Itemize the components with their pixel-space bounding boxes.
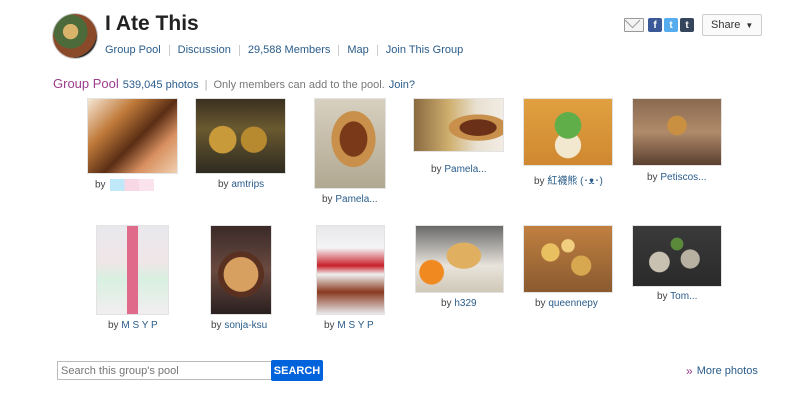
photo-thumbnail[interactable] [416, 226, 503, 292]
photo-caption: by 紅襪熊 (･ᴥ･) [534, 176, 603, 187]
photo-thumbnail[interactable] [524, 99, 612, 165]
facebook-icon[interactable]: f [648, 18, 662, 32]
photo-caption: by amtrips [218, 179, 265, 190]
photo-caption: by Tom... [657, 291, 698, 302]
photo-thumbnail[interactable] [88, 99, 177, 173]
photo-caption: by M S Y P [324, 320, 374, 331]
nav-join-group[interactable]: Join This Group [386, 44, 463, 56]
photo-author-link[interactable]: Pamela... [335, 194, 377, 205]
more-photos: » More photos [686, 364, 758, 378]
pool-notice: Only members can add to the pool. [213, 79, 385, 91]
share-bar: f t t Share ▼ [624, 14, 763, 36]
photo-caption: by Pamela... [322, 194, 378, 205]
photo-thumbnail[interactable] [633, 226, 721, 286]
photo-author-link[interactable]: M S Y P [337, 320, 373, 331]
photo-caption: by [95, 179, 154, 191]
group-title: I Ate This [105, 12, 199, 35]
nav-discussion[interactable]: Discussion [178, 44, 231, 56]
photo-thumbnail[interactable] [211, 226, 271, 314]
nav-members[interactable]: 29,588 Members [248, 44, 331, 56]
nav-divider [376, 44, 378, 56]
photo-caption: by h329 [441, 298, 477, 309]
photo-caption: by sonja-ksu [211, 320, 268, 331]
nav-group-pool[interactable]: Group Pool [105, 44, 161, 56]
photo-author-link[interactable]: 紅襪熊 (･ᴥ･) [547, 176, 603, 187]
photo-author-link[interactable]: Petiscos... [660, 172, 706, 183]
photo-author-link[interactable]: sonja-ksu [224, 320, 267, 331]
search-button[interactable]: SEARCH [271, 360, 323, 381]
mail-icon[interactable] [624, 18, 644, 32]
search-input[interactable] [57, 361, 275, 380]
pool-heading[interactable]: Group Pool [53, 76, 119, 91]
photo-caption: by M S Y P [108, 320, 158, 331]
group-avatar[interactable] [53, 14, 97, 58]
twitter-icon[interactable]: t [664, 18, 678, 32]
share-label: Share [711, 19, 741, 31]
chevron-down-icon: ▼ [745, 20, 754, 30]
group-nav: Group Pool Discussion 29,588 Members Map… [105, 44, 463, 56]
photo-author-link[interactable]: Pamela... [444, 164, 486, 175]
photo-caption: by queennepy [535, 298, 598, 309]
tumblr-icon[interactable]: t [680, 18, 694, 32]
join-link[interactable]: Join? [389, 79, 415, 91]
photo-caption: by Petiscos... [647, 172, 707, 183]
photo-thumbnail[interactable] [524, 226, 612, 292]
photo-author-redacted[interactable] [109, 179, 154, 191]
nav-divider [238, 44, 240, 56]
photo-author-link[interactable]: M S Y P [121, 320, 157, 331]
photo-author-link[interactable]: h329 [454, 298, 476, 309]
photo-thumbnail[interactable] [315, 99, 385, 188]
photo-thumbnail[interactable] [97, 226, 168, 314]
double-chevron-right-icon: » [686, 364, 693, 378]
photo-thumbnail[interactable] [317, 226, 384, 314]
pool-separator: | [204, 79, 208, 91]
photo-author-link[interactable]: Tom... [670, 291, 697, 302]
photo-author-link[interactable]: queennepy [548, 298, 598, 309]
photo-thumbnail[interactable] [414, 99, 503, 151]
pool-bar: Group Pool 539,045 photos | Only members… [53, 76, 415, 91]
nav-divider [168, 44, 170, 56]
pool-photo-count: 539,045 photos [122, 79, 199, 91]
photo-thumbnail[interactable] [633, 99, 721, 165]
photo-thumbnail[interactable] [196, 99, 285, 173]
share-button[interactable]: Share ▼ [702, 14, 763, 36]
nav-map[interactable]: Map [347, 44, 368, 56]
nav-divider [338, 44, 340, 56]
photo-caption: by Pamela... [431, 164, 487, 175]
photo-author-link[interactable]: amtrips [231, 179, 264, 190]
more-photos-link[interactable]: More photos [697, 365, 758, 377]
